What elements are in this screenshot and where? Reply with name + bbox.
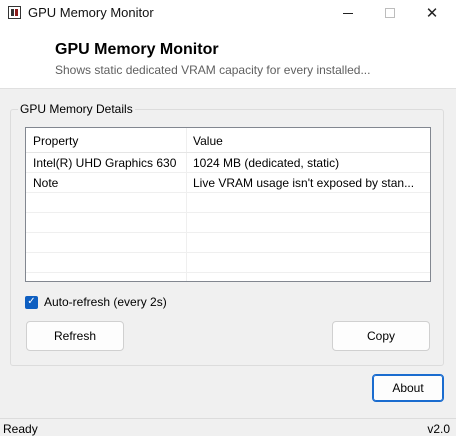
about-button[interactable]: About [372,374,444,402]
minimize-icon [343,12,353,14]
column-header-value[interactable]: Value [193,134,223,148]
status-bar: Ready v2.0 [0,418,456,436]
empty-row [26,233,430,253]
group-label: GPU Memory Details [18,102,135,116]
status-text: Ready [3,422,38,436]
table-row[interactable]: Intel(R) UHD Graphics 630 1024 MB (dedic… [26,153,430,173]
empty-row [26,193,430,213]
empty-row [26,253,430,273]
listview-header: Property Value [26,128,430,153]
title-bar: GPU Memory Monitor ✕ [0,0,456,26]
auto-refresh-checkbox[interactable]: ✓ Auto-refresh (every 2s) [25,295,167,309]
details-listview[interactable]: Property Value Intel(R) UHD Graphics 630… [25,127,431,282]
header-panel: GPU Memory Monitor Shows static dedicate… [0,26,456,89]
header-subtitle: Shows static dedicated VRAM capacity for… [55,63,371,77]
row-value: Live VRAM usage isn't exposed by stan... [193,176,415,190]
close-icon: ✕ [425,4,439,22]
maximize-button [368,0,412,26]
close-button[interactable]: ✕ [410,0,454,26]
refresh-button[interactable]: Refresh [26,321,124,351]
row-property: Intel(R) UHD Graphics 630 [33,156,177,170]
minimize-button[interactable] [326,0,370,26]
maximize-icon [385,8,395,18]
window-title: GPU Memory Monitor [28,5,154,20]
version-label: v2.0 [427,422,450,436]
copy-button[interactable]: Copy [332,321,430,351]
row-value: 1024 MB (dedicated, static) [193,156,340,170]
row-property: Note [33,176,59,190]
header-title: GPU Memory Monitor [55,41,219,58]
checkbox-checked-icon[interactable]: ✓ [25,295,38,309]
column-header-property[interactable]: Property [33,134,78,148]
table-row[interactable]: Note Live VRAM usage isn't exposed by st… [26,173,430,193]
app-icon [8,6,21,19]
auto-refresh-label[interactable]: Auto-refresh (every 2s) [44,295,167,309]
empty-row [26,213,430,233]
